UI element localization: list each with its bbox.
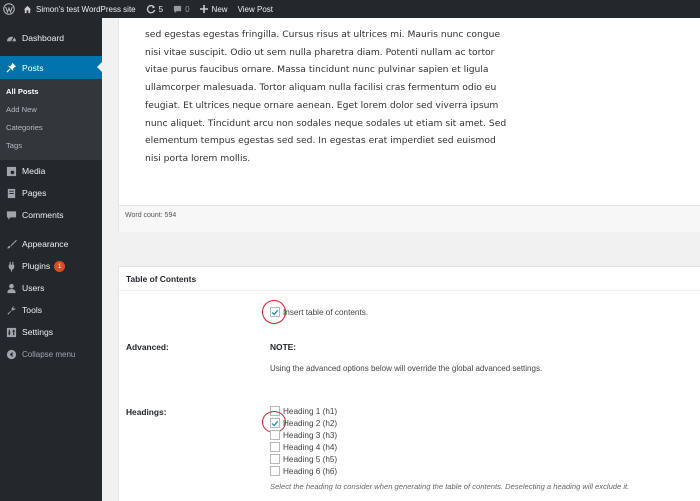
comments-link[interactable]: 0 — [168, 0, 194, 18]
wordpress-logo-icon[interactable] — [0, 0, 18, 18]
media-icon — [5, 165, 17, 177]
view-post-label: View Post — [237, 4, 273, 14]
note-text: Using the advanced options below will ov… — [270, 364, 543, 373]
view-post-link[interactable]: View Post — [233, 0, 278, 18]
sidebar-item-dashboard[interactable]: Dashboard — [0, 27, 102, 49]
sidebar-item-media[interactable]: Media — [0, 160, 102, 182]
new-label: New — [211, 4, 228, 14]
plus-icon — [199, 5, 208, 13]
site-name-link[interactable]: Simon's test WordPress site — [18, 0, 141, 18]
new-content-link[interactable]: New — [195, 0, 233, 18]
heading-option-label: Heading 5 (h5) — [283, 454, 338, 464]
heading-option-label: Heading 3 (h3) — [283, 430, 338, 440]
sidebar-item-tools[interactable]: Tools — [0, 299, 102, 321]
sidebar-item-posts[interactable]: Posts — [0, 56, 102, 79]
admin-sidebar: Dashboard Posts All Posts Add New Catego… — [0, 18, 102, 501]
admin-bar: Simon's test WordPress site 5 0 New View… — [0, 0, 700, 18]
toc-metabox-title[interactable]: Table of Contents — [119, 267, 700, 291]
content-line: nisi porta lorem mollis. — [145, 152, 251, 164]
heading-option-h6[interactable]: Heading 6 (h6) — [270, 465, 337, 477]
content-line: ullamcorper malesuada. Tortor aliquam nu… — [145, 82, 497, 94]
sidebar-item-label: Plugins — [22, 261, 51, 271]
sidebar-item-label: Pages — [22, 188, 47, 198]
submenu-add-new[interactable]: Add New — [0, 101, 102, 119]
headings-description: Select the heading to consider when gene… — [270, 482, 630, 491]
word-count: Word count: 594 — [125, 212, 177, 219]
settings-icon — [5, 326, 17, 338]
sidebar-item-label: Tools — [22, 305, 43, 315]
sidebar-item-label: Posts — [22, 62, 44, 73]
user-icon — [5, 282, 17, 294]
heading-option-label: Heading 4 (h4) — [283, 442, 338, 452]
refresh-icon — [146, 4, 156, 14]
heading-option-h5[interactable]: Heading 5 (h5) — [270, 453, 337, 465]
insert-toc-label: Insert table of contents. — [283, 307, 369, 317]
updates-link[interactable]: 5 — [141, 0, 168, 18]
heading-h4-checkbox[interactable] — [270, 442, 280, 452]
site-name: Simon's test WordPress site — [36, 4, 136, 14]
plugins-update-badge: 1 — [54, 260, 66, 272]
content-line: feugiat. Et ultrices neque ornare aenean… — [145, 99, 499, 111]
page-icon — [5, 187, 17, 199]
sidebar-item-label: Dashboard — [22, 33, 65, 43]
sidebar-item-label: Comments — [22, 210, 64, 220]
post-content[interactable]: sed egestas egestas fringilla. Cursus ri… — [145, 26, 525, 168]
comment-bubble-icon — [173, 5, 182, 14]
content-line: elementum tempus egestas sed sed. In ege… — [145, 135, 496, 147]
dashboard-icon — [5, 32, 17, 44]
heading-h5-checkbox[interactable] — [270, 454, 280, 464]
submenu-all-posts[interactable]: All Posts — [0, 83, 102, 101]
sidebar-item-label: Settings — [22, 327, 54, 337]
highlight-circle — [262, 300, 286, 324]
sidebar-item-settings[interactable]: Settings — [0, 321, 102, 343]
headings-label: Headings: — [126, 407, 167, 417]
plug-icon — [5, 260, 17, 272]
home-icon — [23, 5, 32, 14]
wrench-icon — [5, 304, 17, 316]
submenu-tags[interactable]: Tags — [0, 137, 102, 155]
sidebar-item-comments[interactable]: Comments — [0, 204, 102, 226]
sidebar-item-appearance[interactable]: Appearance — [0, 233, 102, 255]
editor-status-bar: Word count: 594 — [119, 205, 700, 232]
content-line: sed egestas egestas fringilla. Cursus ri… — [145, 29, 501, 40]
heading-option-h3[interactable]: Heading 3 (h3) — [270, 429, 337, 441]
sidebar-item-pages[interactable]: Pages — [0, 182, 102, 204]
heading-option-label: Heading 1 (h1) — [283, 406, 338, 416]
toc-metabox: Table of Contents Insert table of conten… — [118, 266, 700, 501]
sidebar-item-plugins[interactable]: Plugins 1 — [0, 255, 102, 277]
content-line: vitae purus faucibus ornare. Massa tinci… — [145, 64, 489, 76]
heading-option-label: Heading 6 (h6) — [283, 466, 338, 476]
note-label: NOTE: — [270, 342, 297, 352]
posts-submenu: All Posts Add New Categories Tags — [0, 79, 102, 160]
post-editor[interactable]: sed egestas egestas fringilla. Cursus ri… — [118, 18, 700, 232]
collapse-arrow-icon — [5, 348, 17, 360]
comments-count: 0 — [185, 4, 190, 14]
collapse-menu-button[interactable]: Collapse menu — [0, 343, 102, 365]
heading-option-label: Heading 2 (h2) — [283, 418, 338, 428]
brush-icon — [5, 238, 17, 250]
heading-h3-checkbox[interactable] — [270, 430, 280, 440]
sidebar-item-label: Appearance — [22, 239, 69, 249]
content-line: nunc aliquet. Tincidunt arcu non sodales… — [145, 117, 507, 129]
sidebar-item-label: Users — [22, 283, 45, 293]
heading-option-h4[interactable]: Heading 4 (h4) — [270, 441, 337, 453]
comment-icon — [5, 209, 17, 221]
advanced-label: Advanced: — [126, 342, 169, 352]
heading-h6-checkbox[interactable] — [270, 466, 280, 476]
pin-icon — [5, 62, 17, 74]
sidebar-item-label: Media — [22, 166, 46, 176]
submenu-categories[interactable]: Categories — [0, 119, 102, 137]
updates-count: 5 — [158, 4, 164, 14]
collapse-menu-label: Collapse menu — [22, 349, 76, 359]
sidebar-item-users[interactable]: Users — [0, 277, 102, 299]
content-line: nisi vitae suscipit. Odio ut sem nulla p… — [145, 46, 495, 58]
